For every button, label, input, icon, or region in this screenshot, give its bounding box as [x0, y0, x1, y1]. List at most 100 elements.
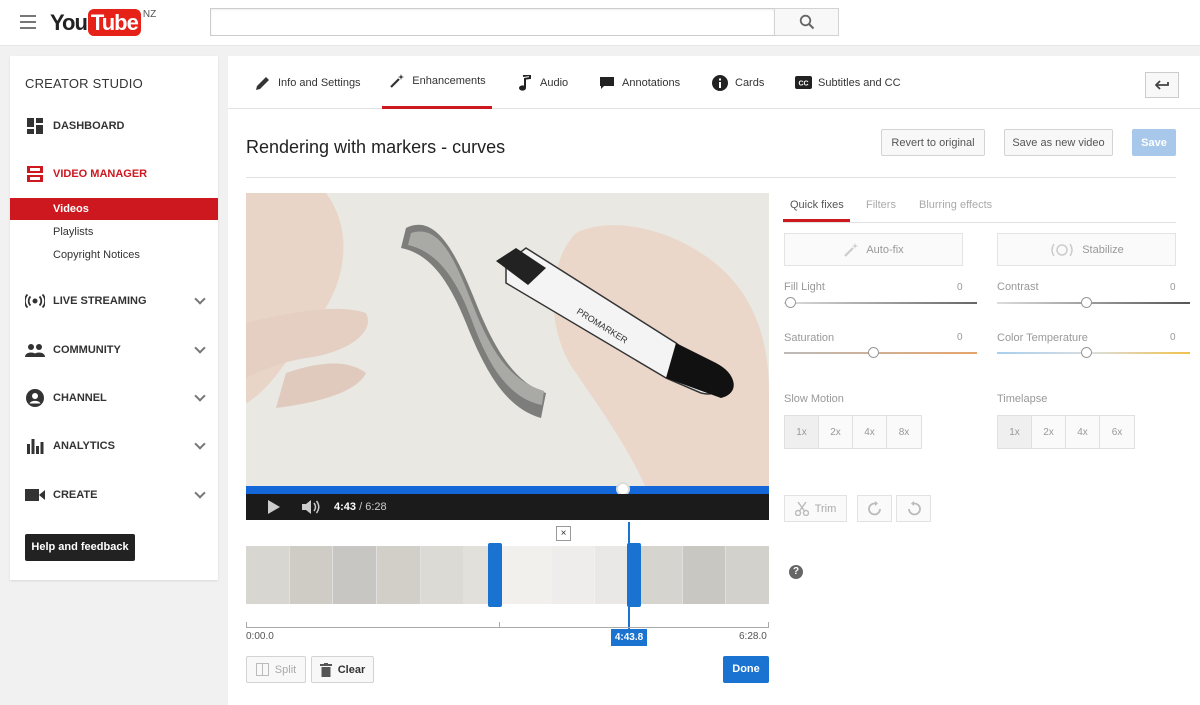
- tab-info-and-settings[interactable]: Info and Settings: [254, 56, 361, 109]
- sidebar-item-label: CHANNEL: [53, 392, 107, 404]
- chevron-down-icon[interactable]: [194, 390, 206, 402]
- tab-cards[interactable]: Cards: [711, 56, 764, 109]
- trim-button[interactable]: Trim: [784, 495, 847, 522]
- timeline-end-label: 6:28.0: [739, 631, 767, 642]
- saturation-slider[interactable]: [784, 352, 977, 354]
- divider: [783, 222, 1176, 223]
- slow-motion-option[interactable]: 1x: [785, 416, 819, 448]
- sidebar-subitem-playlists[interactable]: Playlists: [10, 221, 218, 243]
- chevron-down-icon[interactable]: [194, 487, 206, 499]
- stabilize-icon: [1051, 243, 1073, 256]
- timeline-thumbnail: [639, 546, 683, 604]
- contrast-label: Contrast: [997, 281, 1039, 293]
- contrast-slider[interactable]: [997, 302, 1190, 304]
- timelapse-option[interactable]: 1x: [998, 416, 1032, 448]
- color-temperature-slider[interactable]: [997, 352, 1190, 354]
- video-player[interactable]: PROMARKER: [246, 193, 769, 520]
- stabilize-label: Stabilize: [1082, 243, 1124, 256]
- timelapse-option[interactable]: 2x: [1032, 416, 1066, 448]
- sidebar-item-analytics[interactable]: ANALYTICS: [10, 431, 218, 461]
- timeline-thumbnail: [377, 546, 421, 604]
- auto-fix-label: Auto-fix: [866, 243, 904, 256]
- rotate-right-button[interactable]: [857, 495, 892, 522]
- menu-icon[interactable]: [20, 15, 36, 29]
- timelapse-option[interactable]: 4x: [1066, 416, 1100, 448]
- close-cut-button[interactable]: ×: [556, 526, 571, 541]
- saturation-slider-handle[interactable]: [868, 347, 879, 358]
- clear-button[interactable]: Clear: [311, 656, 374, 683]
- fill-light-slider-handle[interactable]: [785, 297, 796, 308]
- stabilize-button[interactable]: Stabilize: [997, 233, 1176, 266]
- sidebar-subitem-videos[interactable]: Videos: [10, 198, 218, 220]
- cut-region[interactable]: [499, 546, 634, 604]
- sidebar-item-dashboard[interactable]: DASHBOARD: [10, 111, 218, 141]
- timeline-playhead[interactable]: [628, 522, 630, 630]
- slow-motion-option[interactable]: 4x: [853, 416, 887, 448]
- color-temperature-slider-handle[interactable]: [1081, 347, 1092, 358]
- contrast-slider-handle[interactable]: [1081, 297, 1092, 308]
- help-icon[interactable]: ?: [789, 565, 803, 579]
- sidebar-item-create[interactable]: CREATE: [10, 480, 218, 510]
- chevron-down-icon[interactable]: [194, 438, 206, 450]
- tab-blurring-effects[interactable]: Blurring effects: [919, 199, 992, 211]
- sidebar-title: CREATOR STUDIO: [25, 76, 143, 91]
- tab-label: Annotations: [622, 76, 681, 89]
- chevron-down-icon[interactable]: [194, 342, 206, 354]
- timelapse-option[interactable]: 6x: [1100, 416, 1134, 448]
- sidebar-item-label: DASHBOARD: [53, 120, 125, 132]
- tab-annotations[interactable]: Annotations: [598, 56, 680, 109]
- back-button[interactable]: [1145, 72, 1179, 98]
- sidebar-subitem-copyright-notices[interactable]: Copyright Notices: [10, 244, 218, 266]
- timeline-axis: [246, 627, 769, 628]
- search-button[interactable]: [774, 8, 839, 36]
- auto-fix-button[interactable]: Auto-fix: [784, 233, 963, 266]
- sidebar-item-live-streaming[interactable]: LIVE STREAMING: [10, 286, 218, 316]
- save-button[interactable]: Save: [1132, 129, 1176, 156]
- sidebar-item-label: COMMUNITY: [53, 344, 121, 356]
- rotate-left-button[interactable]: [896, 495, 931, 522]
- info-icon: [711, 74, 729, 92]
- sidebar-item-channel[interactable]: CHANNEL: [10, 383, 218, 413]
- video-frame-image: PROMARKER: [246, 193, 769, 488]
- tab-label: Enhancements: [412, 75, 486, 87]
- revert-to-original-button[interactable]: Revert to original: [881, 129, 985, 156]
- tab-quick-fixes[interactable]: Quick fixes: [790, 199, 844, 211]
- speech-bubble-icon: [598, 74, 616, 92]
- sidebar-item-label: CREATE: [53, 489, 98, 501]
- sidebar-item-video-manager[interactable]: VIDEO MANAGER: [10, 159, 218, 189]
- tab-enhancements[interactable]: Enhancements: [382, 56, 492, 109]
- tab-label: Cards: [735, 76, 765, 89]
- sidebar-item-community[interactable]: COMMUNITY: [10, 335, 218, 365]
- tab-filters[interactable]: Filters: [866, 199, 896, 211]
- active-tab-indicator: [783, 219, 850, 222]
- tab-subtitles-and-cc[interactable]: CC Subtitles and CC: [794, 56, 901, 109]
- done-button[interactable]: Done: [723, 656, 769, 683]
- time-separator: /: [356, 501, 366, 513]
- logo-region: NZ: [142, 9, 157, 20]
- save-as-new-video-button[interactable]: Save as new video: [1004, 129, 1113, 156]
- timeline-current-time: 4:43.8: [611, 629, 647, 646]
- sidebar-item-label: ANALYTICS: [53, 440, 115, 452]
- split-button[interactable]: Split: [246, 656, 306, 683]
- timeline-thumbnail: [333, 546, 378, 604]
- play-icon[interactable]: [267, 500, 281, 514]
- video-title: Rendering with markers - curves: [246, 137, 506, 157]
- svg-text:CC: CC: [798, 80, 808, 87]
- cut-start-handle[interactable]: [488, 543, 502, 607]
- sidebar: CREATOR STUDIO DASHBOARD VIDEO MANAGER V…: [10, 56, 218, 580]
- current-time: 4:43: [334, 501, 357, 513]
- help-and-feedback-button[interactable]: Help and feedback: [25, 534, 135, 561]
- youtube-logo[interactable]: You Tube NZ: [50, 9, 156, 36]
- timeline-tick: [246, 622, 247, 628]
- chevron-down-icon[interactable]: [194, 293, 206, 305]
- progress-bar[interactable]: [246, 486, 769, 494]
- duration: 6:28: [365, 501, 387, 513]
- clear-label: Clear: [337, 663, 366, 676]
- fill-light-slider[interactable]: [784, 302, 977, 304]
- live-streaming-icon: [25, 291, 45, 311]
- slow-motion-option[interactable]: 8x: [887, 416, 921, 448]
- volume-icon[interactable]: [302, 500, 322, 514]
- tab-audio[interactable]: Audio: [516, 56, 568, 109]
- slow-motion-option[interactable]: 2x: [819, 416, 853, 448]
- search-input[interactable]: [210, 8, 775, 36]
